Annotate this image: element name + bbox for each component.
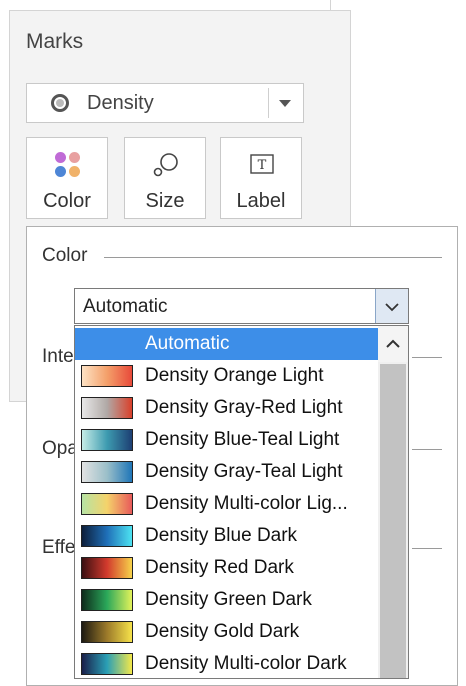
- palette-swatch: [81, 365, 133, 387]
- select-value: Automatic: [83, 296, 168, 317]
- palette-swatch: [81, 557, 133, 579]
- text-label-icon: T: [250, 154, 274, 174]
- palette-option[interactable]: Density Gray-Teal Light: [75, 456, 379, 488]
- palette-option[interactable]: Density Gray-Red Light: [75, 392, 379, 424]
- palette-option-label: Density Multi-color Lig...: [145, 493, 348, 514]
- scroll-thumb[interactable]: [380, 364, 406, 678]
- palette-option[interactable]: Density Red Dark: [75, 552, 379, 584]
- palette-option-label: Density Blue Dark: [145, 525, 298, 546]
- size-shelf-label: Size: [145, 190, 185, 212]
- color-palette-select[interactable]: Automatic: [74, 288, 409, 324]
- scroll-up-button[interactable]: [378, 326, 408, 362]
- palette-swatch: [81, 589, 133, 611]
- palette-swatch: [81, 493, 133, 515]
- svg-text:T: T: [258, 158, 267, 173]
- color-shelf-label: Color: [43, 190, 91, 212]
- palette-option-label: Density Gray-Red Light: [145, 397, 343, 418]
- palette-option-label: Density Orange Light: [145, 365, 324, 386]
- size-icon: [153, 153, 178, 177]
- palette-option-label: Density Red Dark: [145, 557, 294, 578]
- palette-swatch: [81, 397, 133, 419]
- palette-option[interactable]: Density Gold Dark: [75, 616, 379, 648]
- dropdown-separator: [268, 88, 269, 118]
- density-mark-icon: [51, 94, 69, 112]
- mark-type-label: Density: [87, 92, 154, 114]
- palette-dropdown-list: Automatic Density Orange Light Density Gra…: [74, 325, 409, 679]
- color-shelf-button[interactable]: Color: [26, 137, 108, 219]
- color-heading-rule: [104, 257, 442, 258]
- color-dots-icon: [55, 152, 81, 178]
- chevron-down-icon: [385, 303, 399, 312]
- palette-option[interactable]: Density Multi-color Dark: [75, 648, 379, 678]
- label-shelf-button[interactable]: T Label: [220, 137, 302, 219]
- mark-type-dropdown[interactable]: Density: [26, 83, 304, 123]
- palette-option[interactable]: Density Multi-color Lig...: [75, 488, 379, 520]
- intensity-label: Inte: [42, 346, 74, 367]
- palette-swatch: [81, 621, 133, 643]
- intensity-rule: [412, 357, 442, 358]
- label-shelf-label: Label: [236, 190, 286, 212]
- palette-option[interactable]: Density Green Dark: [75, 584, 379, 616]
- palette-swatch: [81, 653, 133, 675]
- palette-option-label: Density Multi-color Dark: [145, 653, 347, 674]
- size-shelf-button[interactable]: Size: [124, 137, 206, 219]
- palette-option-label: Density Blue-Teal Light: [145, 429, 340, 450]
- palette-swatch: [81, 525, 133, 547]
- opacity-rule: [412, 449, 442, 450]
- select-dropdown-button[interactable]: [375, 289, 408, 323]
- chevron-up-icon: [386, 339, 400, 348]
- palette-option[interactable]: Density Blue Dark: [75, 520, 379, 552]
- palette-swatch: [81, 461, 133, 483]
- opacity-label: Opa: [42, 438, 78, 459]
- color-heading: Color: [42, 245, 88, 266]
- palette-option-label: Density Green Dark: [145, 589, 312, 610]
- effects-rule: [412, 548, 442, 549]
- palette-option[interactable]: Density Orange Light: [75, 360, 379, 392]
- palette-option[interactable]: Automatic: [75, 328, 379, 360]
- palette-option[interactable]: Density Blue-Teal Light: [75, 424, 379, 456]
- effects-label: Effe: [42, 537, 76, 558]
- palette-option-label: Density Gray-Teal Light: [145, 461, 343, 482]
- palette-option-label: Automatic: [145, 333, 230, 354]
- palette-swatch: [81, 429, 133, 451]
- palette-option-label: Density Gold Dark: [145, 621, 300, 642]
- chevron-down-icon[interactable]: [279, 100, 291, 107]
- marks-title: Marks: [26, 30, 84, 53]
- dropdown-scrollbar[interactable]: [378, 326, 408, 678]
